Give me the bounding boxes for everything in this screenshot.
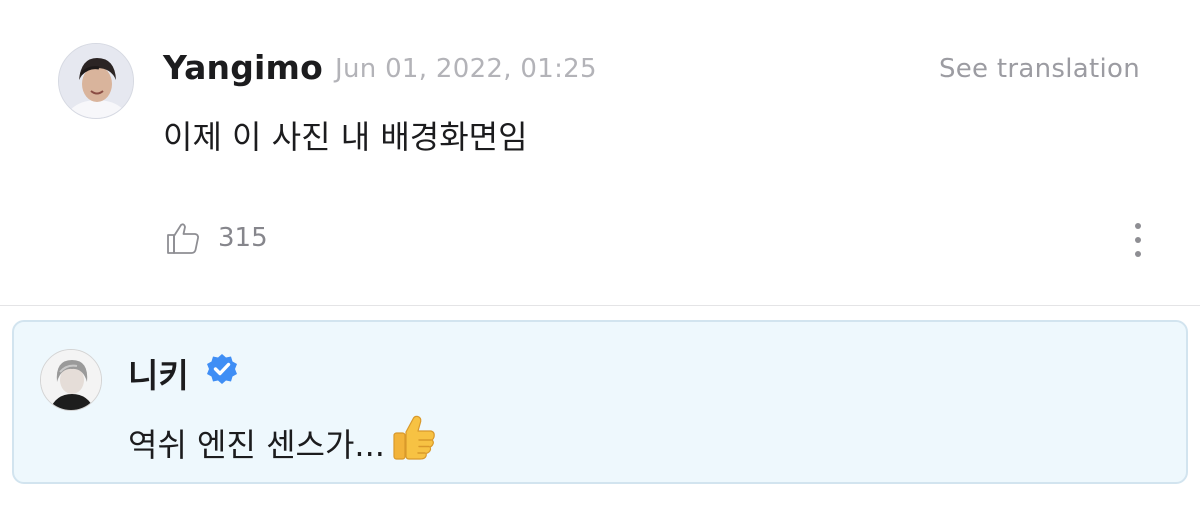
verified-badge-icon [207,354,237,384]
vertical-ellipsis-icon [1135,223,1141,257]
comment-text: 이제 이 사진 내 배경화면임 [163,118,528,156]
reply-author-avatar-image [41,350,101,410]
thumbs-up-emoji-icon [393,415,435,460]
section-divider [0,305,1200,306]
thumbs-up-outline-icon [167,223,199,254]
see-translation-link[interactable]: See translation [939,54,1140,84]
reply-text: 역쉬 엔진 센스가... [128,426,385,464]
reply-author[interactable]: 니키 [128,349,189,397]
comment-timestamp: Jun 01, 2022, 01:25 [335,54,597,84]
commenter-avatar[interactable] [58,43,134,119]
commenter-avatar-image [59,44,133,118]
reply-text-row: 역쉬 엔진 센스가... [128,415,437,466]
more-options-button[interactable] [1126,221,1150,259]
like-button[interactable]: 315 [165,216,285,260]
comment-author[interactable]: Yangimo [163,48,323,87]
comment-card: Yangimo Jun 01, 2022, 01:25 See translat… [0,0,1200,306]
like-count: 315 [218,223,268,253]
reply-author-avatar[interactable] [40,349,102,411]
